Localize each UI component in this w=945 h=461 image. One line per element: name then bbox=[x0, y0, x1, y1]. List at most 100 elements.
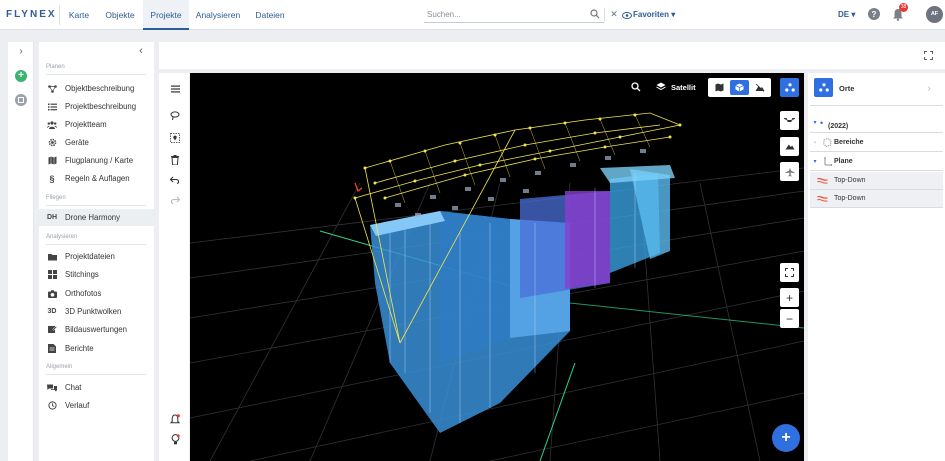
nav-dateien[interactable]: Dateien bbox=[250, 0, 290, 30]
3d-cube-icon[interactable] bbox=[730, 80, 749, 95]
nav-projekte[interactable]: Projekte bbox=[143, 0, 189, 30]
flight-button[interactable] bbox=[780, 162, 799, 181]
sidebar-item-orthofotos[interactable]: Orthofotos bbox=[39, 285, 154, 302]
viewer-tools bbox=[159, 73, 189, 461]
chevron-down-icon: ▾ bbox=[851, 10, 856, 19]
sidebar-item-label: Bildauswertungen bbox=[65, 325, 127, 334]
add-icon[interactable]: + bbox=[15, 70, 27, 82]
zoom-in-button[interactable]: + bbox=[780, 288, 799, 307]
lightbulb-icon[interactable] bbox=[169, 433, 181, 445]
sidebar-item-bildauswertungen[interactable]: Bildauswertungen bbox=[39, 321, 154, 338]
sidebar-item-label: Geräte bbox=[65, 138, 89, 147]
tree-item-plane[interactable]: ▾ Plane bbox=[810, 153, 943, 171]
divider bbox=[59, 5, 60, 25]
tree-item-site[interactable]: ▾ • (2022) bbox=[810, 113, 943, 133]
sidebar-item-flugplanung[interactable]: Flugplanung / Karte bbox=[39, 152, 154, 169]
view-mode-toggle bbox=[708, 78, 771, 97]
sidebar-item-label: Projektteam bbox=[65, 120, 107, 129]
search-box bbox=[424, 6, 604, 23]
alert-bell-icon[interactable] bbox=[169, 413, 181, 425]
add-fab-button[interactable]: + bbox=[772, 424, 800, 452]
sidebar-item-stitchings[interactable]: Stitchings bbox=[39, 266, 154, 283]
logo: FLYNEX bbox=[6, 9, 57, 20]
sidebar-item-chat[interactable]: Chat bbox=[39, 379, 154, 396]
chevron-down-icon[interactable]: ▾ bbox=[810, 158, 820, 165]
tree-item-bereiche[interactable]: › Bereiche bbox=[810, 134, 943, 152]
sidebar-item-label: Stitchings bbox=[65, 270, 99, 279]
help-icon[interactable]: ? bbox=[868, 8, 880, 20]
undo-icon[interactable] bbox=[169, 174, 181, 186]
search-input[interactable] bbox=[424, 6, 584, 22]
section-planen: Planen bbox=[46, 64, 65, 70]
lasso-icon[interactable] bbox=[169, 110, 181, 122]
archive-icon[interactable] bbox=[15, 94, 27, 106]
favorites-dropdown[interactable]: Favoriten ▾ bbox=[633, 10, 675, 19]
fit-view-button[interactable] bbox=[780, 263, 799, 282]
team-icon bbox=[39, 120, 65, 129]
chevron-right-icon[interactable]: › bbox=[810, 140, 820, 146]
drone-button[interactable] bbox=[780, 111, 799, 130]
sidebar-item-drone-harmony[interactable]: DH Drone Harmony bbox=[39, 209, 154, 226]
nav-karte[interactable]: Karte bbox=[63, 0, 95, 30]
sidebar-item-projektbeschreibung[interactable]: Projektbeschreibung bbox=[39, 98, 154, 115]
tree-item-top-down[interactable]: Top-Down bbox=[810, 172, 943, 190]
trash-icon[interactable] bbox=[169, 154, 181, 166]
satellite-label[interactable]: Satellit bbox=[671, 83, 696, 92]
zoom-out-button[interactable]: − bbox=[780, 309, 799, 328]
section-allgemein: Allgemein bbox=[46, 364, 73, 370]
edit-image-icon bbox=[39, 325, 65, 334]
chevron-right-icon[interactable]: › bbox=[924, 83, 934, 94]
fullscreen-icon[interactable] bbox=[923, 50, 934, 61]
report-icon bbox=[39, 344, 65, 353]
terrain-off-icon[interactable] bbox=[750, 80, 769, 95]
nav-objekte[interactable]: Objekte bbox=[100, 0, 140, 30]
avatar[interactable]: AF bbox=[926, 6, 943, 23]
sidebar-item-verlauf[interactable]: Verlauf bbox=[39, 397, 154, 414]
menu-icon[interactable] bbox=[169, 83, 181, 95]
search-icon[interactable] bbox=[589, 8, 601, 20]
sidebar-item-3d-punktwolken[interactable]: 3D 3D Punktwolken bbox=[39, 303, 154, 320]
axes-icon bbox=[820, 157, 834, 166]
nav-analysieren[interactable]: Analysieren bbox=[193, 0, 243, 30]
layers-icon[interactable] bbox=[655, 81, 667, 93]
sidebar-item-berichte[interactable]: Berichte bbox=[39, 340, 154, 357]
viewer-search-icon[interactable] bbox=[630, 81, 642, 93]
sidebar-item-label: Projektbeschreibung bbox=[65, 102, 137, 111]
map-icon bbox=[39, 156, 65, 165]
mountain-icon bbox=[785, 144, 794, 150]
2d-map-icon[interactable] bbox=[710, 80, 729, 95]
dh-icon: DH bbox=[46, 214, 58, 221]
section-fliegen: Fliegen bbox=[46, 195, 66, 201]
location-frame-icon[interactable] bbox=[169, 132, 181, 144]
sidebar-item-projektteam[interactable]: Projektteam bbox=[39, 116, 154, 133]
sidebar-item-label: Drone Harmony bbox=[65, 213, 121, 222]
3d-icon: 3D bbox=[47, 308, 57, 315]
redo-icon[interactable] bbox=[169, 194, 181, 206]
tree-item-label: Top-Down bbox=[834, 195, 866, 202]
chat-icon bbox=[39, 384, 65, 392]
sidebar-item-geraete[interactable]: Geräte bbox=[39, 134, 154, 151]
tree-item-top-down[interactable]: Top-Down bbox=[810, 190, 943, 208]
sidebar-item-projektdateien[interactable]: Projektdateien bbox=[39, 248, 154, 265]
chevron-down-icon: ▾ bbox=[671, 10, 676, 19]
expand-icon bbox=[785, 268, 794, 277]
project-sidebar: ‹ Planen Objektbeschreibung Projektbesch… bbox=[39, 42, 154, 461]
chevron-right-icon[interactable]: › bbox=[16, 46, 26, 57]
tree-item-label: Plane bbox=[834, 158, 853, 165]
language-select[interactable]: DE ▾ bbox=[838, 10, 855, 19]
terrain-button[interactable] bbox=[780, 137, 799, 156]
area-icon bbox=[820, 138, 834, 147]
divider bbox=[46, 205, 146, 206]
places-toggle-button[interactable] bbox=[780, 78, 799, 97]
notification-badge: 38 bbox=[899, 3, 908, 12]
3d-viewer[interactable]: Satellit + − bbox=[190, 73, 804, 461]
sidebar-item-label: Objektbeschreibung bbox=[65, 84, 135, 93]
left-rail: › + bbox=[8, 42, 34, 461]
sidebar-item-objektbeschreibung[interactable]: Objektbeschreibung bbox=[39, 80, 154, 97]
chevron-left-icon[interactable]: ‹ bbox=[136, 45, 146, 57]
history-icon bbox=[39, 401, 65, 410]
location-dot-icon: • bbox=[820, 117, 824, 128]
chevron-down-icon[interactable]: ▾ bbox=[810, 119, 820, 126]
close-icon[interactable]: ✕ bbox=[609, 9, 619, 19]
sidebar-item-regeln[interactable]: § Regeln & Auflagen bbox=[39, 170, 154, 187]
